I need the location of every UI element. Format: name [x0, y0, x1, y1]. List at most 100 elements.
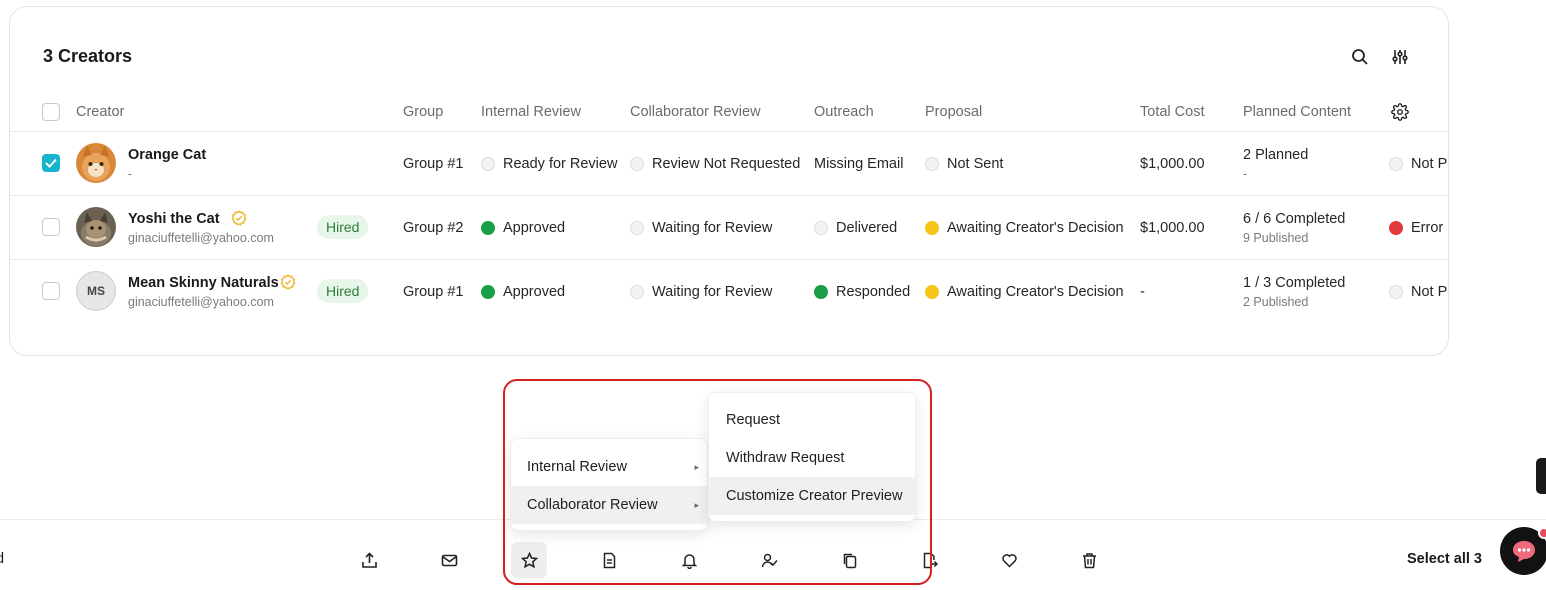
- select-all-button[interactable]: Select all 3: [1407, 551, 1482, 567]
- creator-email: ginaciuffetelli@yahoo.com: [128, 231, 274, 245]
- planned-content-sub: -: [1243, 167, 1248, 181]
- menu-item-label: Collaborator Review: [527, 497, 658, 513]
- collaborator-review-cell[interactable]: Waiting for Review: [652, 220, 772, 236]
- row-checkbox[interactable]: [42, 218, 60, 236]
- proposal-cell[interactable]: Awaiting Creator's Decision: [947, 220, 1124, 236]
- col-header-proposal[interactable]: Proposal: [925, 104, 982, 120]
- total-cost-cell: -: [1140, 284, 1145, 300]
- proposal-cell[interactable]: Not Sent: [947, 156, 1003, 172]
- last-status-cell: Not P: [1411, 284, 1448, 300]
- row-checkbox[interactable]: [42, 282, 60, 300]
- total-cost-cell: $1,000.00: [1140, 220, 1205, 236]
- select-all-checkbox[interactable]: [42, 103, 60, 121]
- row-divider: [10, 131, 1448, 132]
- col-header-group[interactable]: Group: [403, 104, 443, 120]
- review-menu: Internal Review ▸ Collaborator Review ▸: [510, 438, 709, 531]
- internal-review-cell[interactable]: Ready for Review: [503, 156, 617, 172]
- submenu-item-customize-creator-preview[interactable]: Customize Creator Preview: [709, 477, 917, 515]
- status-dot: [925, 285, 939, 299]
- side-feedback-tab[interactable]: [1536, 458, 1546, 494]
- file-export-icon[interactable]: [911, 542, 947, 578]
- filter-sliders-icon[interactable]: [1388, 45, 1412, 69]
- chevron-right-icon: ▸: [694, 461, 699, 472]
- col-header-planned-content[interactable]: Planned Content: [1243, 104, 1351, 120]
- bulk-selection-label: d: [0, 551, 5, 567]
- creator-name[interactable]: Mean Skinny Naturals: [128, 275, 279, 291]
- col-header-outreach[interactable]: Outreach: [814, 104, 874, 120]
- chat-bubble-icon: [1513, 541, 1535, 562]
- total-cost-cell: $1,000.00: [1140, 156, 1205, 172]
- col-header-collaborator-review[interactable]: Collaborator Review: [630, 104, 761, 120]
- group-cell: Group #2: [403, 220, 464, 236]
- creators-table-card: 3 Creators Creator Group Internal Review…: [9, 6, 1449, 356]
- submenu-item-label: Request: [726, 412, 781, 428]
- proposal-cell[interactable]: Awaiting Creator's Decision: [947, 284, 1124, 300]
- document-icon[interactable]: [591, 542, 627, 578]
- status-dot: [481, 157, 495, 171]
- search-icon[interactable]: [1348, 45, 1372, 69]
- trash-icon[interactable]: [1071, 542, 1107, 578]
- creator-name[interactable]: Yoshi the Cat: [128, 211, 220, 227]
- star-icon[interactable]: [511, 542, 547, 578]
- submenu-item-label: Customize Creator Preview: [726, 488, 903, 504]
- last-status-cell: Not P: [1411, 156, 1448, 172]
- creator-email: ginaciuffetelli@yahoo.com: [128, 295, 274, 309]
- status-dot: [630, 285, 644, 299]
- group-cell: Group #1: [403, 156, 464, 172]
- outreach-cell[interactable]: Responded: [836, 284, 910, 300]
- avatar: MS: [76, 271, 116, 311]
- creator-name[interactable]: Orange Cat: [128, 147, 206, 163]
- internal-review-cell[interactable]: Approved: [503, 284, 565, 300]
- status-dot: [1389, 221, 1403, 235]
- notification-badge: [1538, 527, 1546, 539]
- last-status-cell: Error: [1411, 220, 1444, 236]
- menu-item-label: Internal Review: [527, 459, 627, 475]
- menu-item-collaborator-review[interactable]: Collaborator Review ▸: [511, 486, 709, 524]
- outreach-cell[interactable]: Delivered: [836, 220, 897, 236]
- planned-content-cell: 2 Planned: [1243, 147, 1309, 163]
- status-dot: [1389, 157, 1403, 171]
- collaborator-review-cell[interactable]: Review Not Requested: [652, 156, 800, 172]
- row-divider: [10, 259, 1448, 260]
- row-divider: [10, 195, 1448, 196]
- bell-icon[interactable]: [671, 542, 707, 578]
- submenu-item-request[interactable]: Request: [709, 401, 917, 439]
- status-dot: [630, 157, 644, 171]
- verified-badge-icon: [231, 210, 247, 226]
- hired-status-badge: Hired: [317, 279, 369, 303]
- planned-content-sub: 9 Published: [1243, 231, 1309, 245]
- export-icon[interactable]: [351, 542, 387, 578]
- planned-content-cell: 1 / 3 Completed: [1243, 275, 1346, 291]
- heart-icon[interactable]: [991, 542, 1027, 578]
- collaborator-review-cell[interactable]: Waiting for Review: [652, 284, 772, 300]
- status-dot: [1389, 285, 1403, 299]
- col-header-internal-review[interactable]: Internal Review: [481, 104, 581, 120]
- planned-content-sub: 2 Published: [1243, 295, 1309, 309]
- submenu-item-withdraw-request[interactable]: Withdraw Request: [709, 439, 917, 477]
- outreach-cell[interactable]: Missing Email: [814, 156, 903, 172]
- status-dot: [481, 285, 495, 299]
- mail-icon[interactable]: [431, 542, 467, 578]
- status-dot: [630, 221, 644, 235]
- submenu-item-label: Withdraw Request: [726, 450, 845, 466]
- row-checkbox[interactable]: [42, 154, 60, 172]
- copy-icon[interactable]: [831, 542, 867, 578]
- internal-review-cell[interactable]: Approved: [503, 220, 565, 236]
- status-dot: [925, 157, 939, 171]
- planned-content-cell: 6 / 6 Completed: [1243, 211, 1346, 227]
- creator-email: -: [128, 167, 133, 181]
- verified-badge-icon: [280, 274, 296, 290]
- status-dot: [814, 285, 828, 299]
- table-title: 3 Creators: [43, 46, 133, 66]
- status-dot: [925, 221, 939, 235]
- status-dot: [481, 221, 495, 235]
- menu-item-internal-review[interactable]: Internal Review ▸: [511, 448, 709, 486]
- status-dot: [814, 221, 828, 235]
- collaborator-review-submenu: Request Withdraw Request Customize Creat…: [708, 392, 917, 522]
- col-header-creator[interactable]: Creator: [76, 104, 124, 120]
- col-header-total-cost[interactable]: Total Cost: [1140, 104, 1204, 120]
- user-check-icon[interactable]: [751, 542, 787, 578]
- column-settings-gear-icon[interactable]: [1388, 100, 1412, 124]
- chevron-right-icon: ▸: [694, 499, 699, 510]
- group-cell: Group #1: [403, 284, 464, 300]
